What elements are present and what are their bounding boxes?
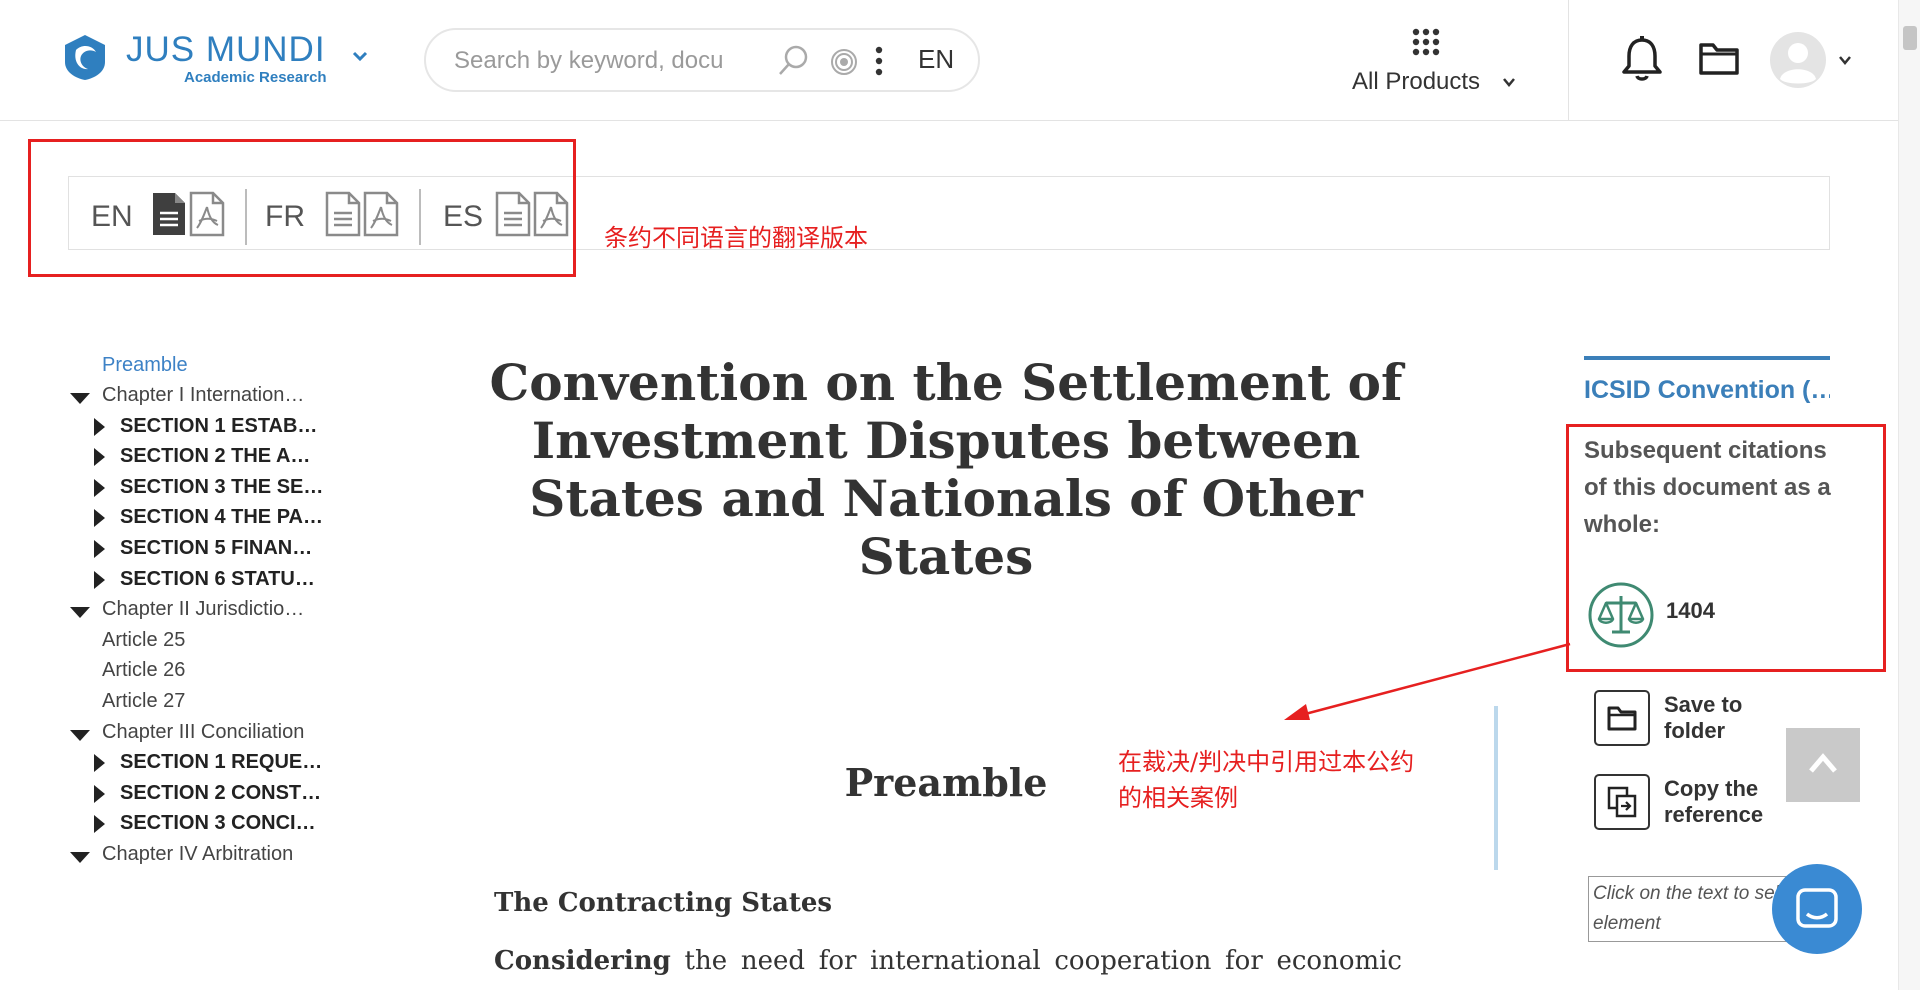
citations-count[interactable]: 1404 (1666, 598, 1715, 624)
toc-article[interactable]: Article 26 (102, 659, 185, 682)
caret-right-icon[interactable] (94, 448, 105, 467)
logo-icon (65, 35, 105, 80)
page-scrollbar[interactable] (1898, 0, 1920, 990)
caret-down-icon[interactable] (70, 607, 90, 619)
sidebar-title[interactable]: ICSID Convention (… (1584, 376, 1830, 405)
chevron-down-icon[interactable] (1838, 54, 1852, 66)
toc-label: Article 26 (102, 659, 186, 682)
logo-subtitle: Academic Research (184, 69, 327, 86)
copy-icon (1607, 786, 1637, 818)
toc-article[interactable]: Article 25 (102, 629, 185, 652)
toc-preamble[interactable]: Preamble (102, 354, 188, 377)
annotation-arrow (1284, 642, 1571, 720)
toc-label: SECTION 6 STATU… (120, 567, 315, 590)
user-avatar[interactable] (1770, 32, 1826, 88)
folder-icon (1607, 706, 1637, 731)
toc-label: SECTION 2 CONST… (120, 781, 322, 804)
save-to-folder-label: Save to folder (1664, 692, 1743, 743)
scales-of-justice-icon[interactable] (1588, 582, 1654, 648)
target-icon[interactable] (830, 48, 858, 76)
annotation-box-languages (28, 139, 576, 277)
toc-label: SECTION 2 THE A… (120, 445, 311, 468)
considering-bold: Considering (494, 946, 671, 976)
toc-label: Chapter I Internation… (102, 384, 305, 406)
toc-label: SECTION 3 THE SE… (120, 475, 324, 498)
toc-label: SECTION 1 REQUE… (120, 751, 323, 774)
chevron-down-icon[interactable] (352, 48, 368, 64)
caret-right-icon[interactable] (94, 417, 105, 436)
toc-label: SECTION 1 ESTAB… (120, 414, 318, 437)
caret-right-icon[interactable] (94, 815, 105, 834)
caret-right-icon[interactable] (94, 570, 105, 589)
citations-description: Subsequent citations of this document as… (1584, 437, 1831, 538)
annotation-line: 的相关案例 (1118, 784, 1238, 812)
annotation-line: 在裁决/判决中引用过本公约 (1118, 748, 1415, 776)
scrollbar-thumb[interactable] (1903, 26, 1917, 50)
chat-support-button[interactable] (1772, 864, 1862, 954)
annotation-citation-note: 在裁决/判决中引用过本公约 的相关案例 (1118, 744, 1414, 816)
caret-down-icon[interactable] (70, 393, 90, 404)
annotation-language-note: 条约不同语言的翻译版本 (604, 224, 868, 252)
logo-title: JUS MUNDI (126, 30, 326, 69)
folder-icon[interactable] (1698, 40, 1740, 76)
all-products-label: All Products (1352, 68, 1481, 95)
caret-right-icon[interactable] (94, 478, 105, 497)
chevron-down-icon (1503, 78, 1515, 87)
search-icon[interactable] (776, 44, 810, 78)
chat-icon (1796, 888, 1838, 928)
sidebar-top-border (1584, 356, 1830, 360)
search-language[interactable]: EN (918, 44, 954, 75)
toc-label: SECTION 5 FINAN… (120, 537, 313, 559)
toc-label: Chapter II Jurisdictio… (102, 598, 305, 621)
toc-label: Chapter III Conciliation (102, 720, 305, 743)
considering-text: the need for international cooperation f… (670, 946, 1402, 976)
caret-right-icon[interactable] (94, 540, 105, 558)
bell-icon[interactable] (1620, 36, 1664, 82)
search-bar: EN (424, 28, 980, 92)
toc-label: Article 27 (102, 690, 186, 712)
all-products-menu[interactable]: All Products (1340, 28, 1520, 98)
caret-right-icon[interactable] (94, 754, 105, 773)
toc-label: Chapter IV Arbitration (102, 843, 294, 865)
preamble-heading: Preamble (844, 760, 1048, 805)
toc-label: SECTION 4 THE PA… (120, 506, 323, 529)
caret-down-icon[interactable] (70, 729, 90, 741)
search-input[interactable] (452, 44, 782, 78)
save-to-folder-button[interactable]: Save to folder (1594, 690, 1804, 750)
header-divider (1568, 0, 1569, 120)
toc-label: SECTION 3 CONCI… (120, 812, 316, 835)
document-title: Convention on the Settlement of Investme… (489, 353, 1403, 586)
chevron-up-icon (1809, 753, 1837, 773)
considering-paragraph[interactable]: Considering the need for international c… (494, 946, 1402, 976)
caret-right-icon[interactable] (94, 509, 105, 528)
copy-reference-button[interactable]: Copy the reference (1594, 774, 1804, 834)
more-options-icon[interactable] (874, 46, 884, 76)
caret-down-icon[interactable] (70, 852, 90, 863)
scroll-to-top-button[interactable] (1786, 728, 1860, 802)
contracting-states-heading: The Contracting States (494, 888, 833, 918)
save-icon-box (1594, 690, 1650, 746)
toc-article[interactable]: Article 27 (102, 690, 185, 713)
toc-label: Article 25 (102, 628, 186, 651)
jus-mundi-logo[interactable]: JUS MUNDI Academic Research (60, 28, 340, 92)
copy-reference-label: Copy the reference (1664, 776, 1764, 827)
top-header: JUS MUNDI Academic Research EN All Produ… (0, 0, 1898, 121)
section-indicator-rule (1494, 706, 1498, 870)
caret-right-icon[interactable] (94, 784, 105, 803)
apps-grid-icon (1412, 28, 1440, 56)
copy-icon-box (1594, 774, 1650, 830)
